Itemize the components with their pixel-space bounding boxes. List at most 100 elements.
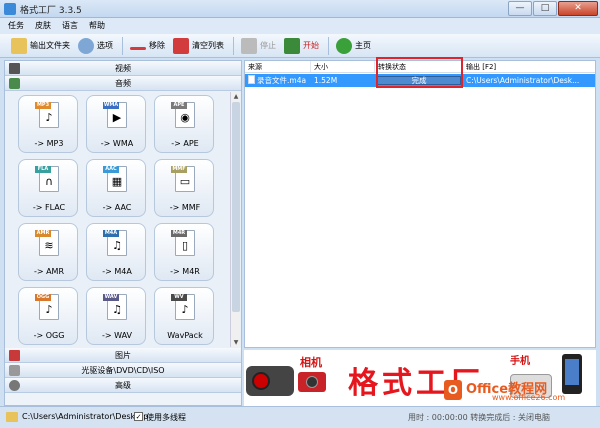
format-button-ape[interactable]: APE ◉ -> APE <box>154 95 214 153</box>
format-button-amr[interactable]: AMR ≋ -> AMR <box>18 223 78 281</box>
task-list: 来源 大小 转换状态 输出 [F2] 录音文件.m4a 1.52M 完成 C:\… <box>244 57 596 348</box>
menu-language[interactable]: 语言 <box>62 18 78 34</box>
column-source[interactable]: 来源 <box>245 61 311 72</box>
category-panel: 视频 音频 MP3 ♪ -> MP3 WMA ▶ -> WMA APE ◉ -> APE FLA ∩… <box>4 60 242 406</box>
format-button-mp3[interactable]: MP3 ♪ -> MP3 <box>18 95 78 153</box>
promo-banner: 相机 格式工厂 手机 O Office教程网 www.office26.com <box>244 350 596 406</box>
format-label: -> AAC <box>102 203 132 212</box>
close-button[interactable]: ✕ <box>558 1 598 16</box>
minimize-button[interactable]: — <box>508 1 532 16</box>
scroll-up-arrow[interactable]: ▲ <box>231 92 241 101</box>
status-bar: C:\Users\Administrator\Desktop ✓ 使用多线程 用… <box>0 406 600 428</box>
options-button[interactable]: 选项 <box>75 36 116 56</box>
column-status[interactable]: 转换状态 <box>375 61 463 72</box>
camera-lens-icon <box>306 376 318 388</box>
category-video-label: 视频 <box>115 64 131 73</box>
category-advanced[interactable]: 高级 <box>5 378 241 393</box>
home-label: 主页 <box>355 41 371 50</box>
multithread-checkbox[interactable]: ✓ <box>134 412 143 421</box>
start-button[interactable]: 开始 <box>281 36 322 56</box>
toolbar-separator <box>328 36 329 55</box>
format-label: WavPack <box>167 331 203 340</box>
remove-button[interactable]: 移除 <box>127 36 168 56</box>
category-picture[interactable]: 图片 <box>5 348 241 363</box>
column-output[interactable]: 输出 [F2] <box>463 61 595 72</box>
menu-help[interactable]: 帮助 <box>89 18 105 34</box>
category-audio-label: 音频 <box>115 79 131 88</box>
format-label: -> AMR <box>33 267 65 276</box>
stop-button[interactable]: 停止 <box>238 36 279 56</box>
format-tag: WAV <box>103 294 119 301</box>
format-label: -> MMF <box>169 203 201 212</box>
format-button-fla[interactable]: FLA ∩ -> FLAC <box>18 159 78 217</box>
advanced-tools-icon <box>9 380 20 391</box>
scroll-thumb[interactable] <box>232 102 240 312</box>
format-button-m4a[interactable]: M4A ♫ -> M4A <box>86 223 146 281</box>
format-tag: MP3 <box>35 102 51 109</box>
scroll-down-arrow[interactable]: ▼ <box>231 338 241 347</box>
table-row[interactable]: 录音文件.m4a 1.52M 完成 C:\Users\Administrator… <box>245 74 595 87</box>
format-tag: MMF <box>171 166 187 173</box>
format-tag: AMR <box>35 230 51 237</box>
format-glyph-icon: ♪ <box>181 303 189 316</box>
stop-label: 停止 <box>260 41 276 50</box>
format-tag: WMA <box>103 102 119 109</box>
format-tag: WV <box>171 294 187 301</box>
format-glyph-icon: ∩ <box>44 175 54 188</box>
row-status: 完成 <box>375 74 463 87</box>
folder-icon <box>11 37 27 54</box>
audio-format-area: MP3 ♪ -> MP3 WMA ▶ -> WMA APE ◉ -> APE FLA ∩ -> FLA… <box>5 91 241 348</box>
format-button-wma[interactable]: WMA ▶ -> WMA <box>86 95 146 153</box>
options-label: 选项 <box>97 41 113 50</box>
format-label: -> OGG <box>33 331 65 340</box>
format-button-wv[interactable]: WV ♪ WavPack <box>154 287 214 345</box>
status-info: 用时 : 00:00:00 转换完成后 : 关闭电脑 <box>408 413 551 422</box>
stop-icon <box>241 37 257 54</box>
format-glyph-icon: ≋ <box>44 239 54 252</box>
format-glyph-icon: ◉ <box>180 111 190 124</box>
picture-icon <box>9 350 20 361</box>
maximize-button[interactable]: □ <box>533 1 557 16</box>
vertical-scrollbar[interactable]: ▲ ▼ <box>230 92 240 347</box>
format-button-mmf[interactable]: MMF ▭ -> MMF <box>154 159 214 217</box>
row-status-text: 完成 <box>411 76 427 85</box>
watermark-logo-icon: O <box>444 380 462 400</box>
output-folder-icon[interactable] <box>6 412 18 422</box>
category-audio[interactable]: 音频 <box>5 76 241 91</box>
watermark-url: www.office26.com <box>492 393 566 402</box>
video-film-icon <box>9 63 20 74</box>
format-glyph-icon: ♫ <box>112 239 122 252</box>
clear-list-button[interactable]: 清空列表 <box>170 36 227 56</box>
format-label: -> WAV <box>101 331 133 340</box>
category-disc[interactable]: 光驱设备\DVD\CD\ISO <box>5 363 241 378</box>
menu-task[interactable]: 任务 <box>8 18 24 34</box>
format-label: -> WMA <box>100 139 134 148</box>
clear-list-label: 清空列表 <box>192 41 224 50</box>
format-glyph-icon: ▭ <box>179 175 191 188</box>
file-audio-icon <box>248 75 255 84</box>
table-header: 来源 大小 转换状态 输出 [F2] <box>245 61 595 73</box>
format-button-wav[interactable]: WAV ♫ -> WAV <box>86 287 146 345</box>
toolbar-separator <box>122 36 123 55</box>
row-source: 录音文件.m4a <box>245 74 311 87</box>
audio-format-grid: MP3 ♪ -> MP3 WMA ▶ -> WMA APE ◉ -> APE FLA ∩ -> FLA… <box>18 95 214 345</box>
column-size[interactable]: 大小 <box>311 61 375 72</box>
audio-note-icon <box>9 78 20 89</box>
format-button-m4r[interactable]: M4R ▯ -> M4R <box>154 223 214 281</box>
format-label: -> FLAC <box>32 203 66 212</box>
row-source-name: 录音文件.m4a <box>257 76 307 85</box>
format-glyph-icon: ♪ <box>45 303 53 316</box>
menu-bar: 任务 皮肤 语言 帮助 <box>0 18 600 34</box>
home-button[interactable]: 主页 <box>333 36 374 56</box>
format-button-aac[interactable]: AAC ▦ -> AAC <box>86 159 146 217</box>
category-disc-label: 光驱设备\DVD\CD\ISO <box>81 366 165 375</box>
remove-label: 移除 <box>149 41 165 50</box>
format-button-ogg[interactable]: OGG ♪ -> OGG <box>18 287 78 345</box>
format-tag: OGG <box>35 294 51 301</box>
category-video[interactable]: 视频 <box>5 61 241 76</box>
output-folder-button[interactable]: 输出文件夹 <box>8 36 73 56</box>
menu-skin[interactable]: 皮肤 <box>35 18 51 34</box>
start-label: 开始 <box>303 41 319 50</box>
format-tag: M4R <box>171 230 187 237</box>
format-label: -> APE <box>171 139 199 148</box>
